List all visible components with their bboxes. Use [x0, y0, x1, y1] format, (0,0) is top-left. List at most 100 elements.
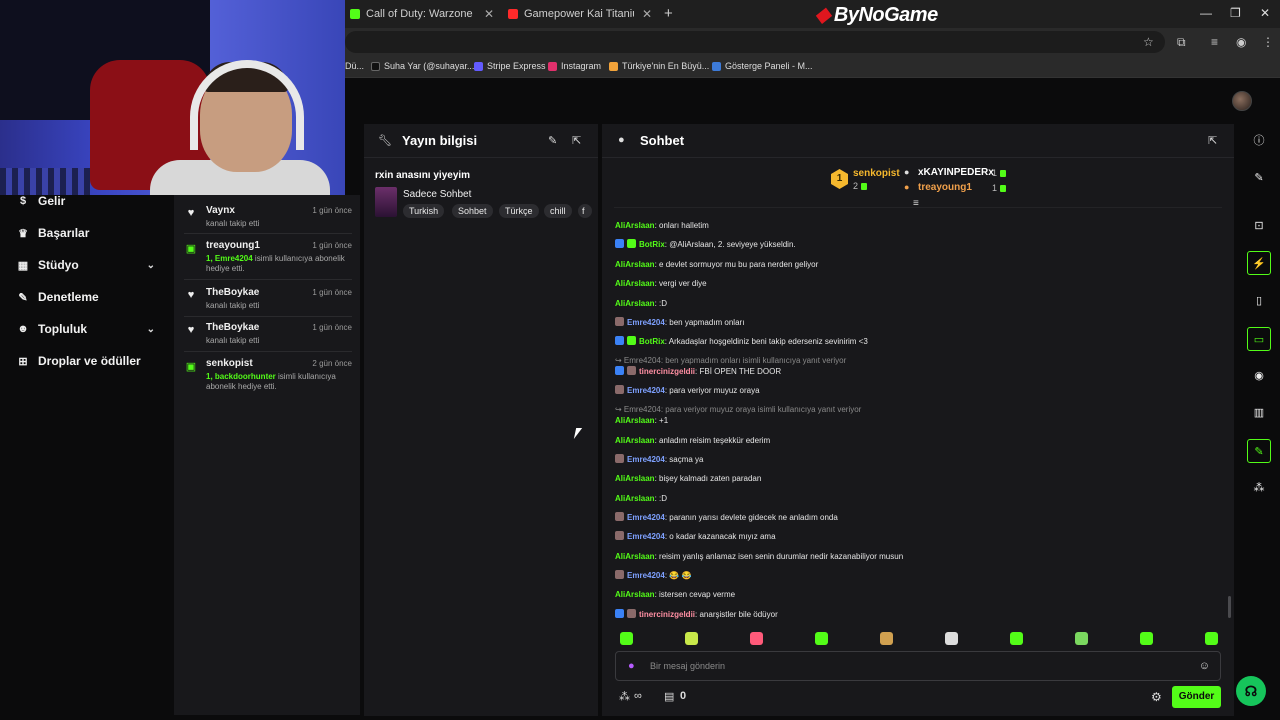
- screenshot-icon[interactable]: ⊡: [1247, 214, 1271, 238]
- activity-user[interactable]: TheBoykae: [206, 322, 259, 333]
- browser-tab-kick[interactable]: Call of Duty: Warzone Streaming ✕: [350, 4, 500, 24]
- close-window-icon[interactable]: ✕: [1260, 6, 1270, 20]
- browser-tab-gamepower[interactable]: Gamepower Kai Titanium Ultra ✕: [508, 4, 658, 24]
- emote-icon[interactable]: [880, 632, 893, 645]
- gear-icon[interactable]: ⚙: [1151, 690, 1162, 704]
- broadcast-icon[interactable]: ◉: [1247, 364, 1271, 388]
- sidebar-item-studyo[interactable]: ▦ Stüdyo ⌄: [16, 255, 161, 275]
- gift-recipient[interactable]: 1, Emre4204: [206, 254, 253, 263]
- chevron-down-icon[interactable]: ⌄: [147, 324, 155, 335]
- emoji-icon[interactable]: ☺: [1199, 660, 1210, 672]
- sidebar-item-denetleme[interactable]: ✎ Denetleme: [16, 287, 161, 307]
- tag[interactable]: f: [578, 204, 592, 218]
- activity-user[interactable]: Vaynx: [206, 205, 235, 216]
- send-button[interactable]: Gönder: [1172, 686, 1221, 708]
- chat-username[interactable]: BotRix: [639, 337, 665, 346]
- bookmark-item[interactable]: Stripe Express: [474, 61, 546, 71]
- minimize-icon[interactable]: —: [1200, 6, 1212, 20]
- chat-input[interactable]: ● Bir mesaj gönderin ☺: [615, 651, 1221, 681]
- menu-icon[interactable]: ⋮: [1262, 35, 1274, 49]
- chat-username[interactable]: tinercinizgeldii: [639, 367, 695, 376]
- chat-username[interactable]: AliArslaan: [615, 474, 655, 483]
- help-button[interactable]: ☊: [1236, 676, 1266, 706]
- bookmark-star-icon[interactable]: ☆: [1143, 35, 1154, 49]
- extensions-icon[interactable]: ⧉: [1177, 35, 1186, 50]
- chat-username[interactable]: AliArslaan: [615, 494, 655, 503]
- microphone-icon[interactable]: ●: [628, 660, 635, 672]
- leaderboard-name[interactable]: senkopist: [853, 168, 900, 179]
- activity-user[interactable]: treayoung1: [206, 240, 260, 251]
- chat-username[interactable]: AliArslaan: [615, 279, 655, 288]
- stream-manager-icon[interactable]: ▥: [1247, 401, 1271, 425]
- emote-icon[interactable]: [1140, 632, 1153, 645]
- chat-username[interactable]: tinercinizgeldii: [639, 610, 695, 619]
- emote-icon[interactable]: [945, 632, 958, 645]
- sidebar-item-droplar[interactable]: ⊞ Droplar ve ödüller: [16, 351, 161, 371]
- restore-icon[interactable]: ❐: [1230, 6, 1241, 20]
- chat-username[interactable]: BotRix: [639, 240, 665, 249]
- chat-username[interactable]: Emre4204: [627, 318, 665, 327]
- sidebar-item-basarilar[interactable]: ♛ Başarılar: [16, 223, 161, 243]
- chat-username[interactable]: AliArslaan: [615, 590, 655, 599]
- profile-icon[interactable]: ◉: [1236, 35, 1246, 49]
- emote-icon[interactable]: [1075, 632, 1088, 645]
- chat-username[interactable]: AliArslaan: [615, 552, 655, 561]
- close-tab-icon[interactable]: ✕: [484, 7, 494, 21]
- emote-icon[interactable]: [1205, 632, 1218, 645]
- tag[interactable]: chill: [544, 204, 572, 218]
- notes-icon[interactable]: ▯: [1247, 289, 1271, 313]
- chevron-down-icon[interactable]: ⌄: [147, 260, 155, 271]
- close-tab-icon[interactable]: ✕: [642, 7, 652, 21]
- emote-icon[interactable]: [685, 632, 698, 645]
- bookmark-item[interactable]: Dü...: [345, 61, 364, 71]
- leaderboard-name[interactable]: treayoung1: [918, 182, 972, 193]
- popout-icon[interactable]: ⇱: [572, 134, 581, 147]
- emote-icon[interactable]: [815, 632, 828, 645]
- community-icon[interactable]: ⁂: [1247, 476, 1271, 500]
- emote-icon[interactable]: [620, 632, 633, 645]
- tag[interactable]: Turkish: [403, 204, 445, 218]
- popout-icon[interactable]: ⇱: [1208, 134, 1217, 147]
- media-icon[interactable]: ≡: [1211, 35, 1218, 49]
- chat-username[interactable]: AliArslaan: [615, 221, 655, 230]
- wrench-icon[interactable]: ✎: [1247, 439, 1271, 463]
- chat-username[interactable]: AliArslaan: [615, 299, 655, 308]
- chat-username[interactable]: Emre4204: [627, 386, 665, 395]
- chat-toggle-icon[interactable]: ▭: [1247, 327, 1271, 351]
- new-tab-icon[interactable]: +: [664, 5, 673, 22]
- chat-username[interactable]: AliArslaan: [615, 436, 655, 445]
- bookmark-item[interactable]: Gösterge Paneli - M...: [712, 61, 813, 71]
- chat-username[interactable]: AliArslaan: [615, 260, 655, 269]
- activity-user[interactable]: senkopist: [206, 358, 253, 369]
- kicks-icon[interactable]: ▤: [664, 690, 674, 703]
- bookmark-item[interactable]: Türkiye'nin En Büyü...: [609, 61, 709, 71]
- chat-username[interactable]: AliArslaan: [615, 416, 655, 425]
- emote-icon[interactable]: [750, 632, 763, 645]
- points-icon[interactable]: ⁂: [619, 690, 630, 703]
- chat-username[interactable]: Emre4204: [627, 532, 665, 541]
- url-input[interactable]: [345, 31, 1165, 53]
- chat-username[interactable]: Emre4204: [627, 513, 665, 522]
- avatar[interactable]: [1232, 91, 1252, 111]
- edit-icon[interactable]: ✎: [1247, 166, 1271, 190]
- bookmark-item[interactable]: Instagram: [548, 61, 601, 71]
- gift-recipient[interactable]: 1, backdoorhunter: [206, 372, 276, 381]
- chat-scrollbar[interactable]: [1228, 596, 1231, 618]
- category-thumbnail[interactable]: [375, 187, 397, 217]
- youtube-favicon-icon: [508, 9, 518, 19]
- sidebar-item-gelir[interactable]: $ Gelir: [16, 191, 161, 211]
- user-badge-icon: [615, 317, 624, 326]
- chat-username[interactable]: Emre4204: [627, 455, 665, 464]
- activity-user[interactable]: TheBoykae: [206, 287, 259, 298]
- chat-username[interactable]: Emre4204: [627, 571, 665, 580]
- info-icon[interactable]: ⓘ: [1247, 129, 1271, 153]
- leaderboard-name[interactable]: xKAYINPEDERx: [918, 167, 994, 178]
- edit-icon[interactable]: ✎: [548, 134, 557, 147]
- sidebar-item-topluluk[interactable]: ☻ Topluluk ⌄: [16, 319, 161, 339]
- bookmark-item[interactable]: Suha Yar (@suhayar....: [371, 61, 477, 71]
- tag[interactable]: Türkçe: [499, 204, 539, 218]
- quick-actions-icon[interactable]: ⚡: [1247, 251, 1271, 275]
- tag[interactable]: Sohbet: [452, 204, 493, 218]
- stream-category[interactable]: Sadece Sohbet: [403, 189, 471, 200]
- emote-icon[interactable]: [1010, 632, 1023, 645]
